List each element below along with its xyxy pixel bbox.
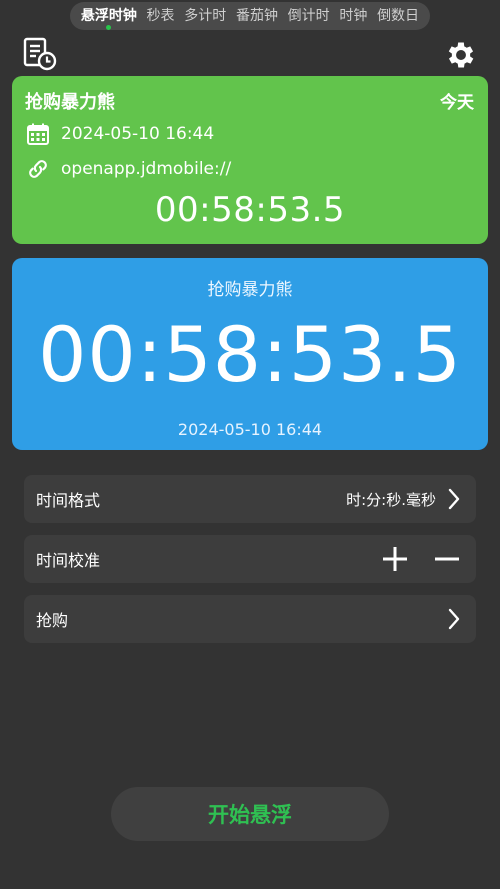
purchase-label: 抢购 <box>36 611 69 630</box>
time-calibration-row: 时间校准 <box>24 535 476 583</box>
clock-event-title: 抢购暴力熊 <box>207 280 293 300</box>
today-badge: 今天 <box>440 93 474 113</box>
event-date-row: 2024-05-10 16:44 <box>25 121 214 147</box>
floating-clock-preview[interactable]: 抢购暴力熊 00:58:53.5 2024-05-10 16:44 <box>12 258 488 450</box>
settings-button[interactable] <box>442 36 480 74</box>
purchase-row[interactable]: 抢购 <box>24 595 476 643</box>
time-calibration-label: 时间校准 <box>36 551 101 570</box>
chevron-right-icon <box>446 607 462 631</box>
calendar-icon <box>25 121 51 147</box>
tab-label: 悬浮时钟 <box>80 8 137 24</box>
time-format-label: 时间格式 <box>36 491 101 510</box>
tab-label: 多计时 <box>184 8 227 24</box>
start-floating-button[interactable]: 开始悬浮 <box>111 787 389 841</box>
tab-clock[interactable]: 时钟 <box>339 2 367 30</box>
tab-label: 时钟 <box>339 8 368 24</box>
tab-label: 番茄钟 <box>235 8 278 24</box>
chevron-right-icon <box>446 487 462 511</box>
mode-tab-bar: 悬浮时钟 秒表 多计时 番茄钟 倒计时 时钟 倒数日 <box>70 2 430 30</box>
tab-days-countdown[interactable]: 倒数日 <box>377 2 419 30</box>
minus-icon <box>435 557 459 561</box>
event-link: openapp.jdmobile:// <box>61 159 232 179</box>
event-preview-card[interactable]: 抢购暴力熊 今天 2024-05-10 16:44 openapp.jdmobi… <box>12 76 488 244</box>
plus-icon <box>383 547 407 571</box>
clock-countdown: 00:58:53.5 <box>38 310 462 399</box>
tab-multi-timer[interactable]: 多计时 <box>184 2 226 30</box>
time-format-row[interactable]: 时间格式 时:分:秒.毫秒 <box>24 475 476 523</box>
gear-icon <box>448 42 474 68</box>
time-format-value: 时:分:秒.毫秒 <box>346 490 436 509</box>
tab-label: 倒计时 <box>287 8 330 24</box>
tab-label: 秒表 <box>146 8 175 24</box>
event-link-row: openapp.jdmobile:// <box>25 156 231 182</box>
tab-countdown[interactable]: 倒计时 <box>288 2 330 30</box>
event-title: 抢购暴力熊 <box>25 92 115 113</box>
clock-event-datetime: 2024-05-10 16:44 <box>177 420 323 439</box>
tab-floating-clock[interactable]: 悬浮时钟 <box>81 2 137 30</box>
calibration-minus-button[interactable] <box>432 544 462 574</box>
history-list-icon <box>23 37 57 71</box>
event-datetime: 2024-05-10 16:44 <box>61 124 215 144</box>
tab-pomodoro[interactable]: 番茄钟 <box>236 2 278 30</box>
preview-countdown: 00:58:53.5 <box>154 190 346 230</box>
history-button[interactable] <box>20 34 60 74</box>
tab-stopwatch[interactable]: 秒表 <box>147 2 175 30</box>
calibration-plus-button[interactable] <box>380 544 410 574</box>
tab-label: 倒数日 <box>377 8 420 24</box>
link-icon <box>25 156 51 182</box>
active-tab-indicator <box>106 25 112 30</box>
